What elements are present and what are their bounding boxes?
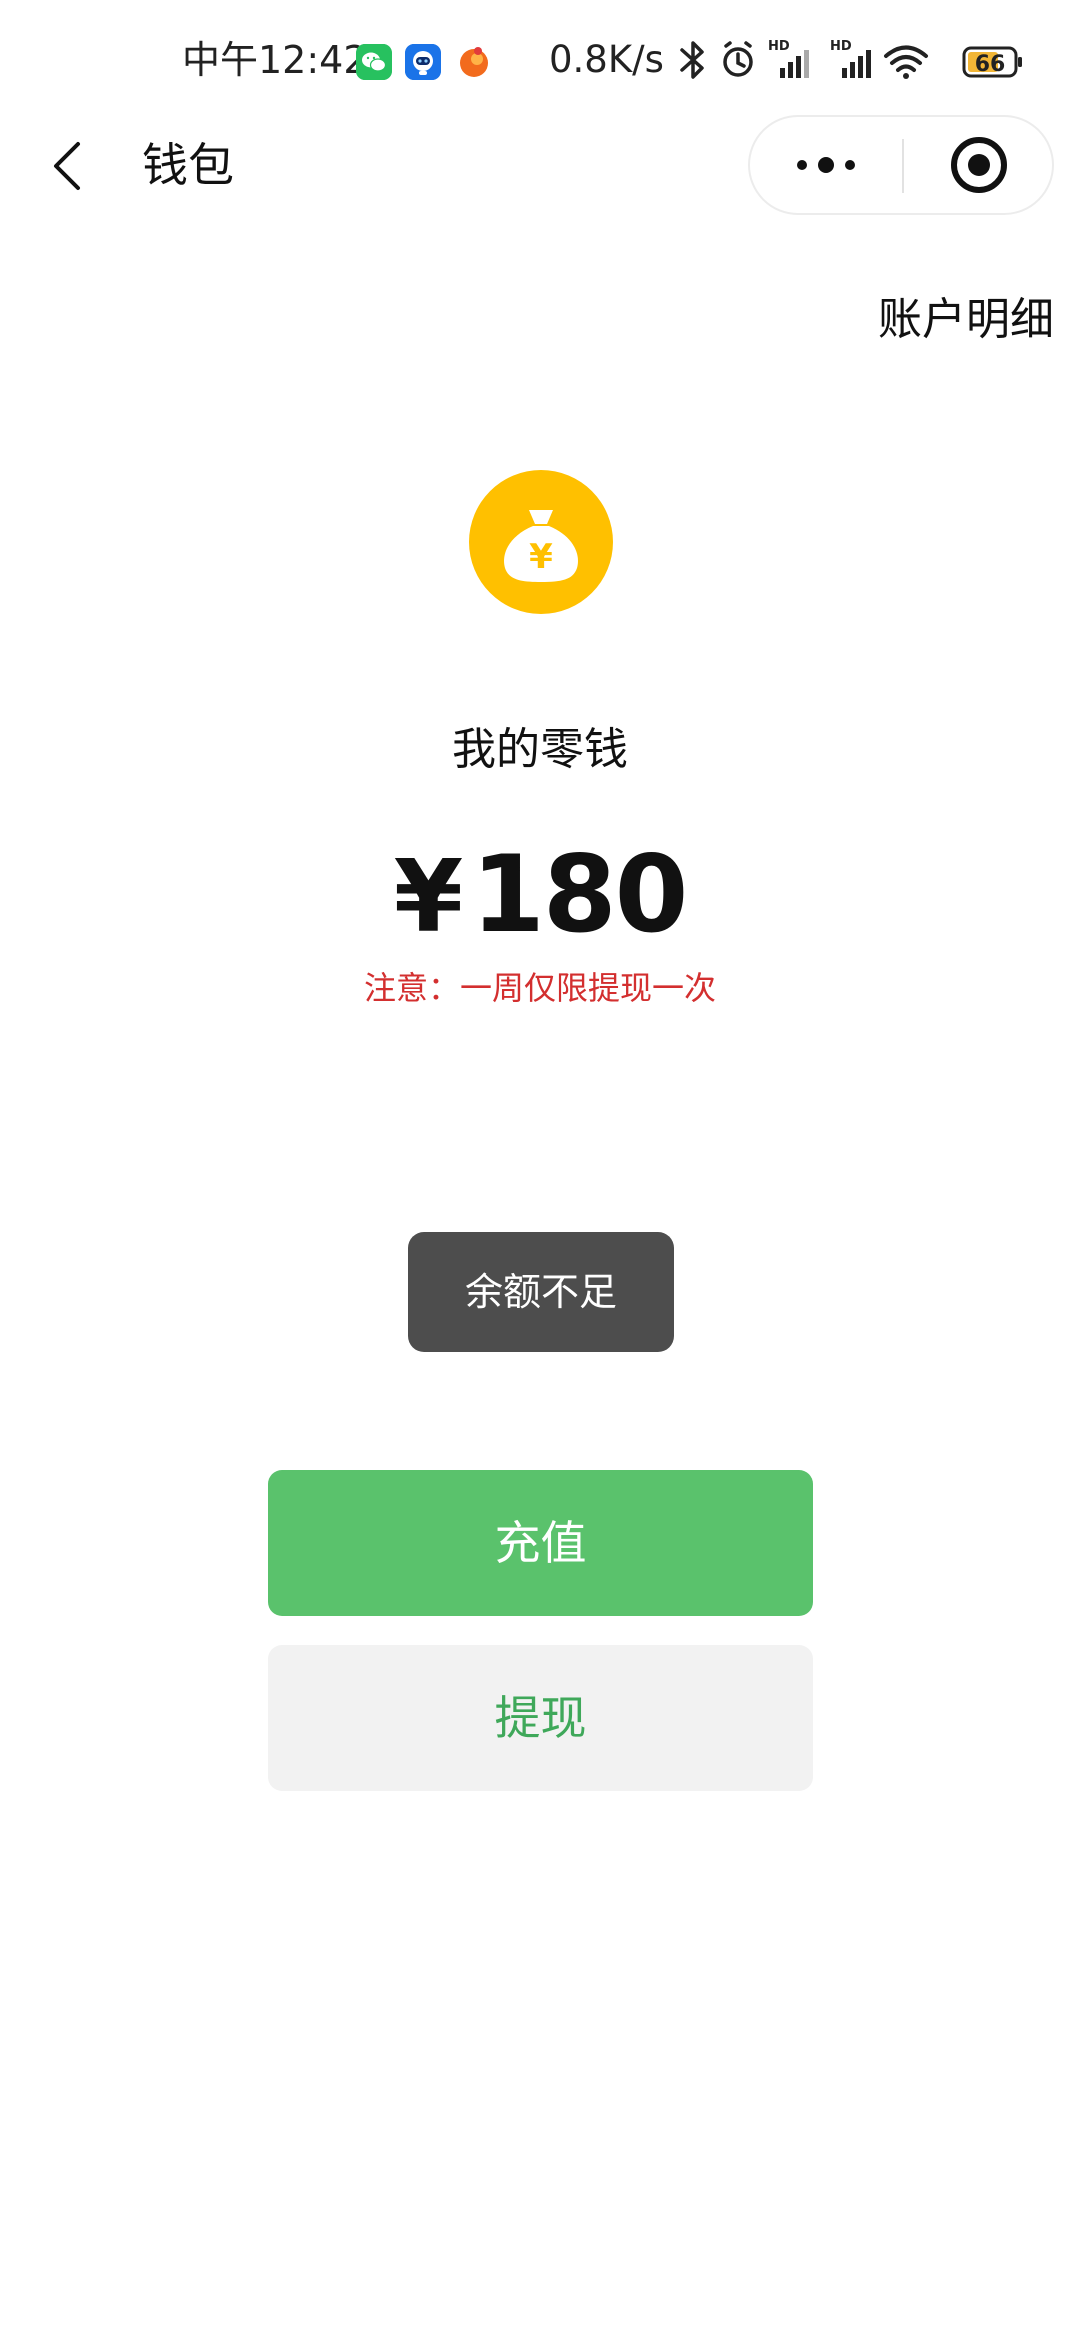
withdraw-button[interactable]: 提现 (268, 1645, 813, 1791)
recharge-button[interactable]: 充值 (268, 1470, 813, 1616)
more-button[interactable] (750, 117, 902, 213)
alarm-icon (723, 41, 753, 77)
more-dots-icon (797, 157, 855, 173)
network-speed: 0.8K/s (549, 38, 664, 81)
close-button[interactable] (904, 117, 1054, 213)
balance-value: 180 (471, 833, 688, 956)
wifi-icon (884, 45, 928, 79)
svg-text:¥: ¥ (529, 537, 553, 577)
status-time: 中午12:42 (182, 38, 368, 82)
wechat-icon (356, 44, 392, 80)
chevron-left-icon (54, 142, 80, 190)
hd-signal-icon: HD (768, 39, 809, 78)
system-status-icons: HD HD 66 (680, 39, 1022, 79)
withdraw-notice: 注意：一周仅限提现一次 (363, 969, 716, 1007)
balance-label: 我的零钱 (452, 724, 628, 775)
svg-text:HD: HD (830, 39, 852, 54)
account-details-link[interactable]: 账户明细 (878, 290, 1054, 350)
mini-program-capsule (748, 115, 1054, 215)
battery-level: 66 (975, 52, 1006, 77)
page-title: 钱包 (142, 138, 234, 192)
hd-signal-icon: HD (830, 39, 871, 78)
currency-symbol: ¥ (393, 838, 464, 955)
back-button[interactable] (42, 136, 102, 196)
balance-amount: ¥180 (0, 835, 1080, 986)
bluetooth-icon (680, 41, 704, 79)
status-bar: 中午12:42 0.8K/s HD HD 66 (0, 0, 1080, 120)
toast-message: 余额不足 (408, 1232, 674, 1352)
target-close-icon (951, 137, 1007, 193)
money-bag-icon: ¥ (469, 470, 613, 614)
orange-app-icon (460, 47, 488, 77)
battery-icon: 66 (962, 46, 1022, 78)
robot-app-icon (405, 44, 441, 80)
svg-text:HD: HD (768, 39, 790, 54)
title-bar: 钱包 (0, 115, 1080, 215)
